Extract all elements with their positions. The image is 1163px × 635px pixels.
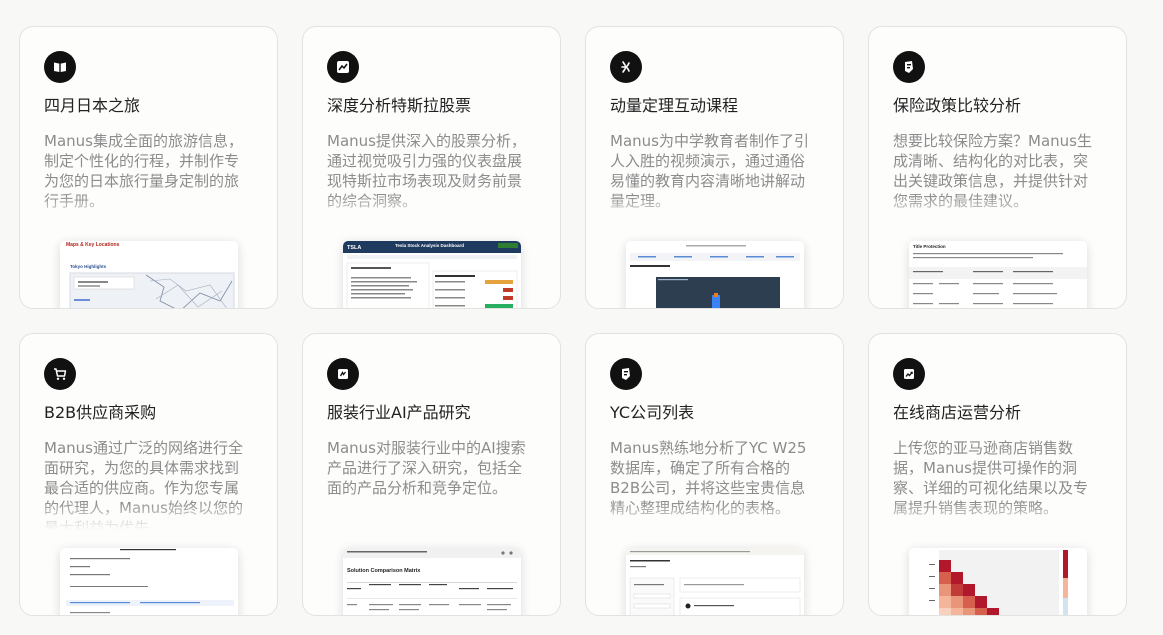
clothing-tag-icon — [327, 358, 359, 390]
card-description: Manus集成全面的旅游信息，制定个性化的行程，并制作专为您的日本旅行量身定制的… — [44, 132, 243, 210]
shield-document-icon — [610, 358, 642, 390]
card-title: B2B供应商采购 — [44, 403, 157, 422]
atom-icon — [610, 51, 642, 83]
thumbnail-heading: Solution Comparison Matrix — [347, 568, 421, 574]
card-description: Manus为中学教育者制作了引人入胜的视频演示，通过通俗易懂的教育内容清晰地讲解… — [610, 132, 809, 210]
use-case-card-b2b-sourcing[interactable]: B2B供应商采购 Manus通过广泛的网络进行全面研究，为您的具体需求找到最合适… — [19, 333, 278, 616]
card-thumbnail: Maps & Key Locations Tokyo Highlights — [60, 241, 238, 308]
use-case-card-japan-trip[interactable]: 四月日本之旅 Manus集成全面的旅游信息，制定个性化的行程，并制作专为您的日本… — [19, 26, 278, 309]
use-case-card-store-analytics[interactable]: 在线商店运营分析 上传您的亚马逊商店销售数据，Manus提供可操作的洞察、详细的… — [868, 333, 1127, 616]
use-case-card-yc-companies[interactable]: YC公司列表 Manus熟练地分析了YC W25数据库，确定了所有合格的B2B公… — [585, 333, 844, 616]
thumbnail-ticker: TSLA — [347, 245, 361, 251]
thumbnail-subheading: Tokyo Highlights — [70, 264, 107, 269]
book-open-icon — [44, 51, 76, 83]
card-title: 深度分析特斯拉股票 — [327, 96, 472, 115]
card-thumbnail — [626, 241, 804, 308]
card-thumbnail — [909, 548, 1087, 615]
card-title: YC公司列表 — [610, 403, 695, 422]
thumbnail-heading: Maps & Key Locations — [66, 242, 120, 248]
shopping-cart-icon — [44, 358, 76, 390]
card-description: Manus对服装行业中的AI搜索产品进行了深入研究，包括全面的产品分析和竞争定位… — [327, 439, 526, 497]
card-title: 动量定理互动课程 — [610, 96, 739, 115]
card-thumbnail: Title Protection — [909, 241, 1087, 308]
card-description: Manus提供深入的股票分析，通过视觉吸引力强的仪表盘展现特斯拉市场表现及财务前… — [327, 132, 526, 210]
card-description: 想要比较保险方案？Manus生成清晰、结构化的对比表，突出关键政策信息，并提供针… — [893, 132, 1092, 210]
card-thumbnail: TSLA Tesla Stock Analysis Dashboard — [343, 241, 521, 308]
card-description: 上传您的亚马逊商店销售数据，Manus提供可操作的洞察、详细的可视化结果以及专属… — [893, 439, 1089, 517]
use-case-card-apparel-ai-research[interactable]: 服装行业AI产品研究 Manus对服装行业中的AI搜索产品进行了深入研究，包括全… — [302, 333, 561, 616]
card-thumbnail: Solution Comparison Matrix — [343, 548, 521, 615]
thumbnail-heading: Title Protection — [913, 244, 946, 249]
card-title: 四月日本之旅 — [44, 96, 141, 115]
chart-dashboard-icon — [327, 51, 359, 83]
card-thumbnail — [626, 548, 804, 615]
shield-document-icon — [893, 51, 925, 83]
use-case-card-tesla-stock[interactable]: 深度分析特斯拉股票 Manus提供深入的股票分析，通过视觉吸引力强的仪表盘展现特… — [302, 26, 561, 309]
trending-chart-icon — [893, 358, 925, 390]
card-title: 保险政策比较分析 — [893, 96, 1022, 115]
card-description: Manus通过广泛的网络进行全面研究，为您的具体需求找到最合适的供应商。作为您专… — [44, 439, 243, 530]
use-case-card-momentum-course[interactable]: 动量定理互动课程 Manus为中学教育者制作了引人入胜的视频演示，通过通俗易懂的… — [585, 26, 844, 309]
card-title: 服装行业AI产品研究 — [327, 403, 471, 422]
card-title: 在线商店运营分析 — [893, 403, 1022, 422]
card-thumbnail — [60, 548, 238, 615]
thumbnail-heading: Tesla Stock Analysis Dashboard — [395, 243, 464, 248]
card-description: Manus熟练地分析了YC W25数据库，确定了所有合格的B2B公司，并将这些宝… — [610, 439, 807, 517]
use-case-card-insurance-comparison[interactable]: 保险政策比较分析 想要比较保险方案？Manus生成清晰、结构化的对比表，突出关键… — [868, 26, 1127, 309]
